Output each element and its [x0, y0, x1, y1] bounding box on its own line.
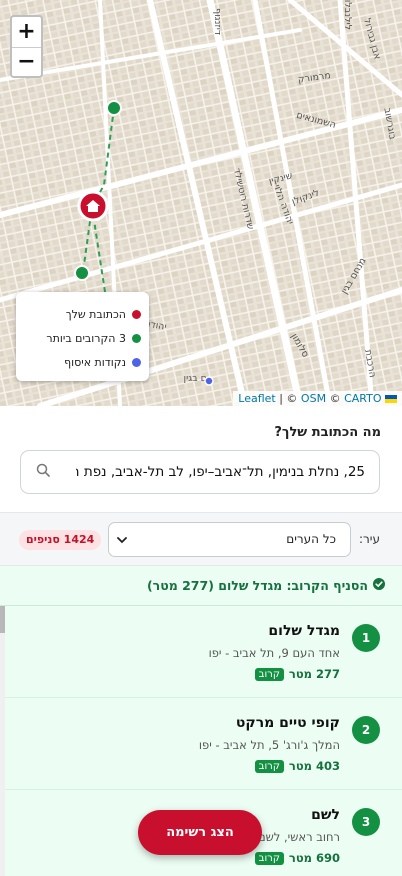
chevron-down-icon	[117, 537, 127, 544]
rank-badge: 2	[352, 716, 380, 744]
rank-badge: 1	[352, 624, 380, 652]
branch-distance: 403 מטר	[288, 759, 340, 773]
city-select[interactable]: כל הערים	[108, 522, 351, 557]
blue-dot-icon	[132, 357, 141, 367]
map-attribution: Leaflet | © OSM © CARTO	[233, 391, 402, 406]
map-legend: הכתובת שלך 3 הקרובים ביותר נקודות איסוף	[16, 292, 149, 381]
map[interactable]: דיזנגוף שינקין שדרות רוטשילד השמונאים מרמורק…	[0, 0, 402, 406]
city-select-value: כל הערים	[286, 532, 336, 546]
branch-item[interactable]: 1 מגדל שלום אחד העם 9, תל אביב - יפו 277…	[5, 606, 402, 698]
branch-name: מגדל שלום	[268, 623, 340, 639]
legend-item-nearest: 3 הקרובים ביותר	[24, 326, 141, 350]
branch-distance: 690 מטר	[288, 851, 340, 865]
branch-distance-row: 403 מטר קרוב	[254, 759, 340, 773]
leaflet-link[interactable]: Leaflet	[238, 392, 275, 405]
legend-label: נקודות איסוף	[64, 355, 126, 369]
home-marker[interactable]	[77, 190, 109, 222]
legend-label: הכתובת שלך	[65, 307, 126, 321]
nearby-tag: קרוב	[254, 667, 284, 681]
address-input-value: 25, נחלת בנימין, תל־אביב–יפו, לב תל-אביב…	[76, 464, 365, 480]
rank-badge: 3	[352, 808, 380, 836]
ukraine-flag-icon	[385, 395, 397, 403]
branch-address: המלך ג'ורג' 5, תל אביב - יפו	[198, 738, 340, 752]
branch-address: רחוב ראשי, לשם	[258, 830, 340, 844]
branch-address: אחד העם 9, תל אביב - יפו	[208, 646, 340, 660]
branch-distance-row: 690 מטר קרוב	[254, 851, 340, 865]
branch-item[interactable]: 2 קופי טיים מרקט המלך ג'ורג' 5, תל אביב …	[5, 698, 402, 790]
street-label: לילנבלום	[342, 0, 353, 30]
carto-link[interactable]: CARTO	[344, 392, 381, 405]
green-dot-icon	[132, 333, 141, 343]
zoom-in-button[interactable]: +	[12, 17, 41, 47]
street-label: דיזנגוף	[212, 8, 223, 35]
legend-label: 3 הקרובים ביותר	[46, 331, 126, 345]
check-circle-icon	[373, 578, 385, 590]
pickup-point-marker[interactable]	[204, 376, 214, 386]
legend-item-address: הכתובת שלך	[24, 302, 141, 326]
attribution-separator: ©	[329, 392, 341, 405]
nearby-tag: קרוב	[254, 851, 284, 865]
branch-name: קופי טיים מרקט	[235, 715, 340, 731]
attribution-separator: | ©	[279, 392, 298, 405]
branch-distance: 277 מטר	[288, 667, 340, 681]
zoom-out-button[interactable]: −	[12, 46, 41, 77]
address-label: מה הכתובת שלך?	[274, 425, 381, 440]
nearest-branch-banner: הסניף הקרוב: מגדל שלום (277 מטר)	[0, 566, 402, 606]
filter-bar: עיר: כל הערים 1424 סניפים	[0, 512, 402, 566]
legend-item-pickup: נקודות איסוף	[24, 350, 141, 374]
nearby-tag: קרוב	[254, 759, 284, 773]
nearest-branch-text: הסניף הקרוב: מגדל שלום (277 מטר)	[146, 578, 368, 593]
city-label: עיר:	[358, 532, 380, 546]
branch-count-badge: 1424 סניפים	[19, 530, 102, 550]
address-input[interactable]: 25, נחלת בנימין, תל־אביב–יפו, לב תל-אביב…	[20, 450, 380, 494]
nearest-branch-marker[interactable]	[74, 265, 90, 281]
nearest-branch-marker[interactable]	[106, 100, 122, 116]
osm-link[interactable]: OSM	[301, 392, 326, 405]
street-label: ם בגין	[184, 373, 207, 384]
search-icon	[36, 463, 50, 477]
branch-distance-row: 277 מטר קרוב	[254, 667, 340, 681]
red-dot-icon	[132, 309, 141, 319]
branch-name: לשם	[311, 807, 340, 823]
show-list-button[interactable]: הצג רשימה	[138, 810, 262, 855]
zoom-control: + −	[10, 15, 43, 78]
